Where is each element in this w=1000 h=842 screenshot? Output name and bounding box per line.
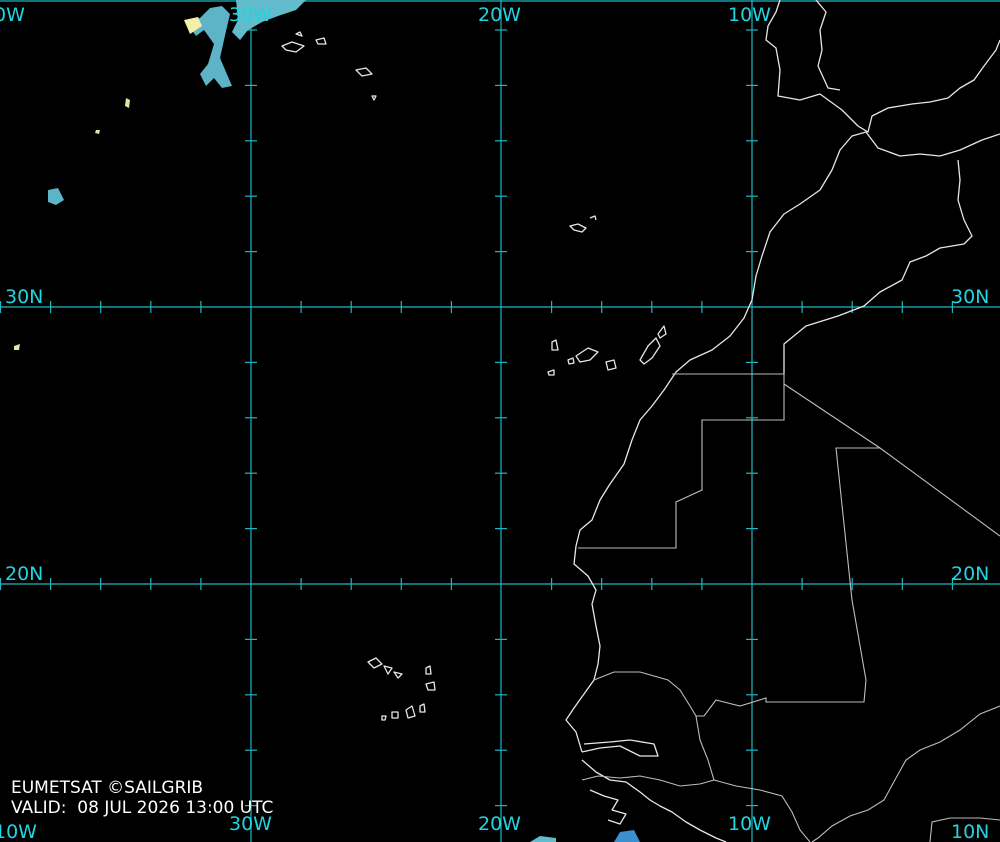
cloud-patches: [14, 0, 640, 842]
coast-iberia-north: [815, 0, 841, 91]
island-gran-canaria: [605, 359, 617, 371]
island-azores-5: [371, 95, 377, 101]
island-santo-antao: [367, 657, 383, 669]
borders: [578, 373, 1000, 842]
lon-label-bottom-10w: 10W: [728, 813, 771, 835]
coast-gambia: [581, 739, 659, 757]
island-la-palma: [551, 339, 559, 351]
coast-bissagos: [589, 789, 627, 825]
island-azores-4: [355, 67, 373, 77]
border-western-sahara: [578, 373, 785, 549]
island-lanzarote: [657, 325, 667, 339]
cloud-small-2: [125, 98, 130, 108]
island-azores-3: [295, 31, 303, 37]
cloud-small-1: [48, 188, 64, 205]
border-mauritania-mali: [593, 447, 880, 717]
cloud-small-3: [95, 130, 100, 134]
island-gomera: [567, 357, 575, 365]
lat-label-left-30n: 30N: [5, 286, 44, 308]
lon-label-top-10w: 10W: [728, 4, 771, 26]
cloud-south-2: [614, 830, 640, 842]
island-fogo: [391, 711, 399, 719]
credit-line: EUMETSAT ©SAILGRIB: [11, 778, 204, 798]
island-azores-2: [315, 37, 327, 45]
island-sao-nicolau: [393, 671, 403, 679]
island-el-hierro: [547, 369, 555, 376]
border-mauritania-algeria: [783, 383, 1000, 537]
graticule-ticks: [0, 29, 954, 807]
lat-label-bottom-right-10n: 10N: [951, 821, 990, 842]
coast-morocco: [565, 131, 1000, 753]
lon-label-top-30w: 30W: [229, 4, 272, 26]
island-boa-vista: [425, 681, 436, 691]
graticule: [0, 0, 1000, 842]
coastlines: [281, 0, 1000, 842]
coast-algeria: [783, 159, 973, 374]
coast-guinea: [581, 759, 727, 842]
cloud-south-1: [530, 836, 556, 842]
island-fuerteventura: [639, 337, 661, 365]
island-santiago: [405, 705, 416, 719]
island-madeira: [569, 223, 587, 233]
satellite-map[interactable]: 0W 30W 20W 10W 30N 30N 20N 20N 10W 30W 2…: [0, 0, 1000, 842]
coast-iberia: [765, 0, 1000, 133]
lat-label-right-20n: 20N: [951, 563, 990, 585]
island-tenerife: [575, 347, 599, 363]
island-sao-vicente: [383, 665, 393, 675]
cloud-small-4: [14, 344, 20, 350]
island-brava: [381, 715, 387, 721]
island-maio: [419, 703, 426, 713]
island-porto-santo: [589, 215, 597, 221]
island-sal: [425, 665, 432, 675]
lon-label-bottom-20w: 20W: [478, 813, 521, 835]
lon-label-top-0w: 0W: [0, 4, 25, 26]
map-canvas: [0, 0, 1000, 842]
lat-label-left-20n: 20N: [5, 563, 44, 585]
valid-time: VALID: 08 JUL 2026 13:00 UTC: [11, 798, 274, 818]
island-azores-1: [281, 41, 305, 53]
lon-label-bottom-10w-left: 10W: [0, 821, 37, 842]
lat-label-right-30n: 30N: [951, 286, 990, 308]
lon-label-top-20w: 20W: [478, 4, 521, 26]
